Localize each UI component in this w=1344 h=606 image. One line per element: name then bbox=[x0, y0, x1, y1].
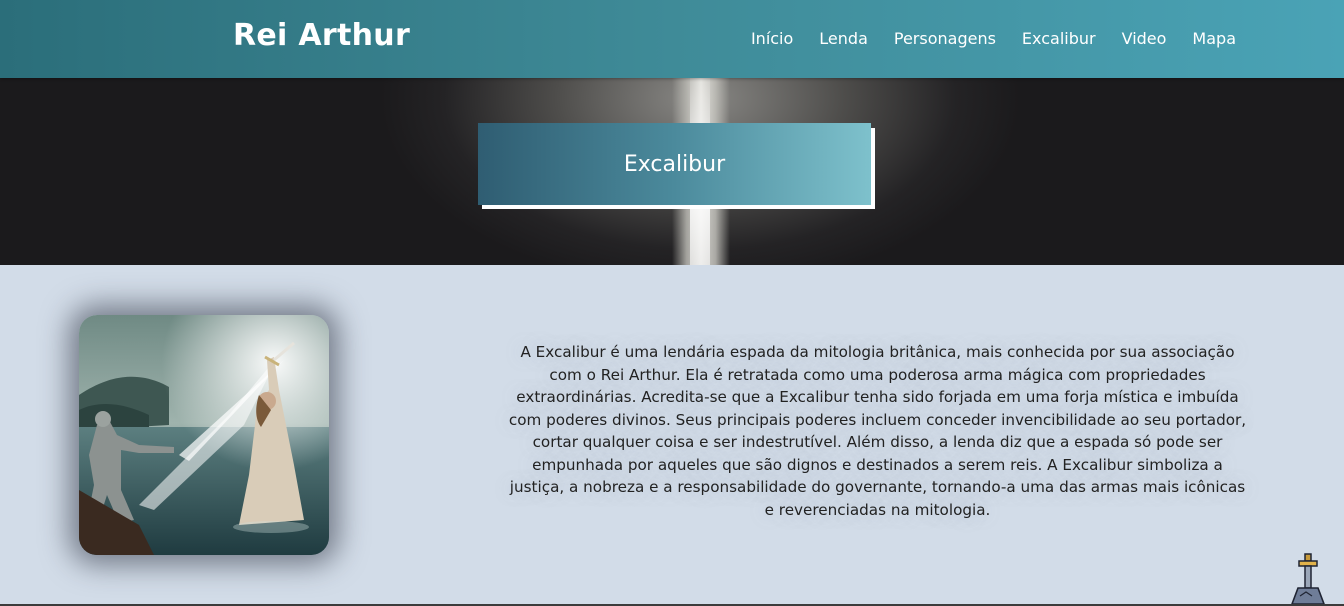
page-title-box: Excalibur bbox=[478, 123, 871, 205]
site-logo[interactable]: Rei Arthur bbox=[233, 18, 410, 53]
lady-of-the-lake-image bbox=[79, 315, 329, 555]
site-header: Rei Arthur Início Lenda Personagens Exca… bbox=[0, 0, 1344, 78]
nav-link-personagens[interactable]: Personagens bbox=[894, 29, 996, 48]
main-nav: Início Lenda Personagens Excalibur Video… bbox=[751, 29, 1236, 48]
page-title: Excalibur bbox=[623, 151, 726, 177]
nav-link-excalibur[interactable]: Excalibur bbox=[1022, 29, 1096, 48]
nav-link-video[interactable]: Video bbox=[1122, 29, 1167, 48]
hero-banner: Excalibur bbox=[0, 78, 1344, 265]
nav-link-inicio[interactable]: Início bbox=[751, 29, 793, 48]
nav-link-lenda[interactable]: Lenda bbox=[819, 29, 868, 48]
nav-link-mapa[interactable]: Mapa bbox=[1192, 29, 1236, 48]
excalibur-description: A Excalibur é uma lendária espada da mit… bbox=[508, 343, 1247, 519]
sword-in-stone-icon[interactable] bbox=[1288, 552, 1328, 606]
